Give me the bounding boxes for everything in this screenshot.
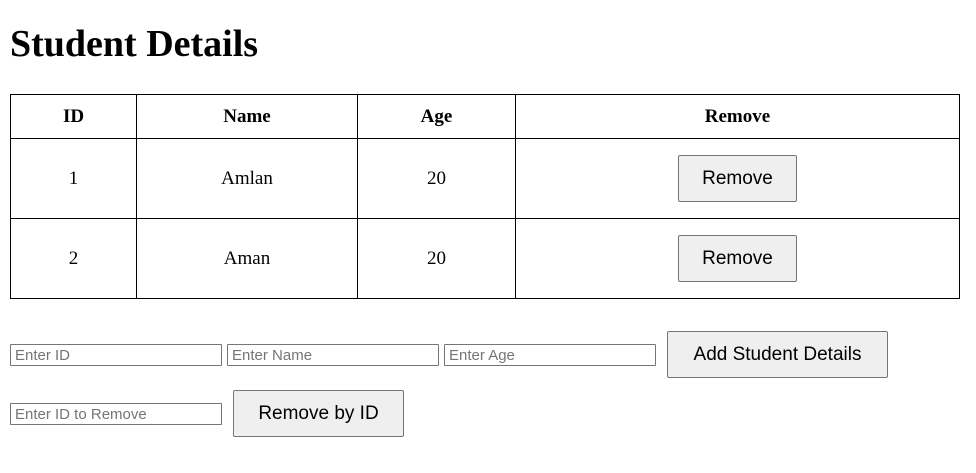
cell-name: Amlan	[136, 138, 358, 219]
table-row: 1 Amlan 20 Remove	[10, 138, 960, 219]
cell-remove: Remove	[515, 218, 960, 299]
cell-name: Aman	[136, 218, 358, 299]
column-header-id: ID	[10, 94, 137, 139]
remove-by-id-button[interactable]: Remove by ID	[233, 390, 404, 437]
cell-remove: Remove	[515, 138, 960, 219]
cell-age: 20	[357, 138, 516, 219]
age-input[interactable]	[444, 344, 656, 366]
table-body: 1 Amlan 20 Remove 2 Aman 20 Remove	[10, 138, 960, 299]
table-row: 2 Aman 20 Remove	[10, 218, 960, 299]
page-title: Student Details	[10, 23, 259, 65]
page: Student Details ID Name Age Remove 1 Aml…	[0, 0, 976, 473]
remove-row-button[interactable]: Remove	[678, 235, 797, 282]
cell-age: 20	[357, 218, 516, 299]
remove-id-input[interactable]	[10, 403, 222, 425]
id-input[interactable]	[10, 344, 222, 366]
column-header-age: Age	[357, 94, 516, 139]
column-header-remove: Remove	[515, 94, 960, 139]
column-header-name: Name	[136, 94, 358, 139]
cell-id: 1	[10, 138, 137, 219]
table-header: ID Name Age Remove	[10, 94, 960, 139]
add-student-button[interactable]: Add Student Details	[667, 331, 888, 378]
table-header-row: ID Name Age Remove	[10, 94, 960, 139]
students-table: ID Name Age Remove 1 Amlan 20 Remove 2 A…	[10, 94, 960, 299]
cell-id: 2	[10, 218, 137, 299]
remove-row-button[interactable]: Remove	[678, 155, 797, 202]
name-input[interactable]	[227, 344, 439, 366]
